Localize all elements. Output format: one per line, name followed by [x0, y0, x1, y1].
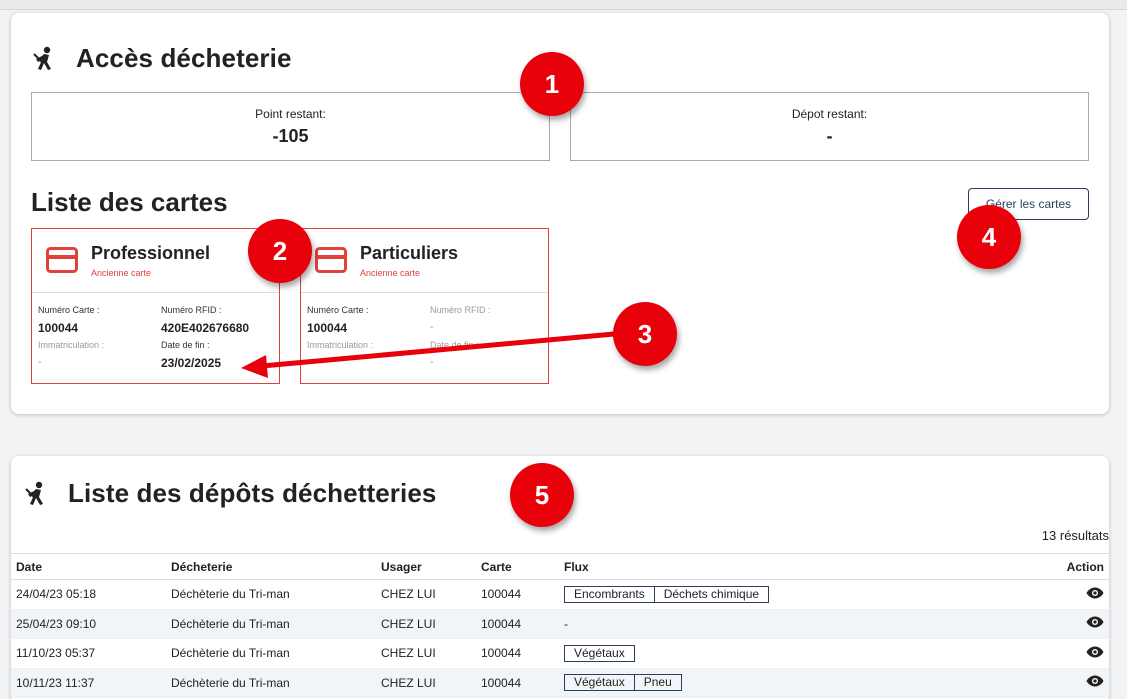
annotation-badge-2: 2 — [248, 219, 312, 283]
annotation-badge-5: 5 — [510, 463, 574, 527]
annotation-badge-3: 3 — [613, 302, 677, 366]
annotation-badge-1: 1 — [520, 52, 584, 116]
annotation-badge-4: 4 — [957, 205, 1021, 269]
